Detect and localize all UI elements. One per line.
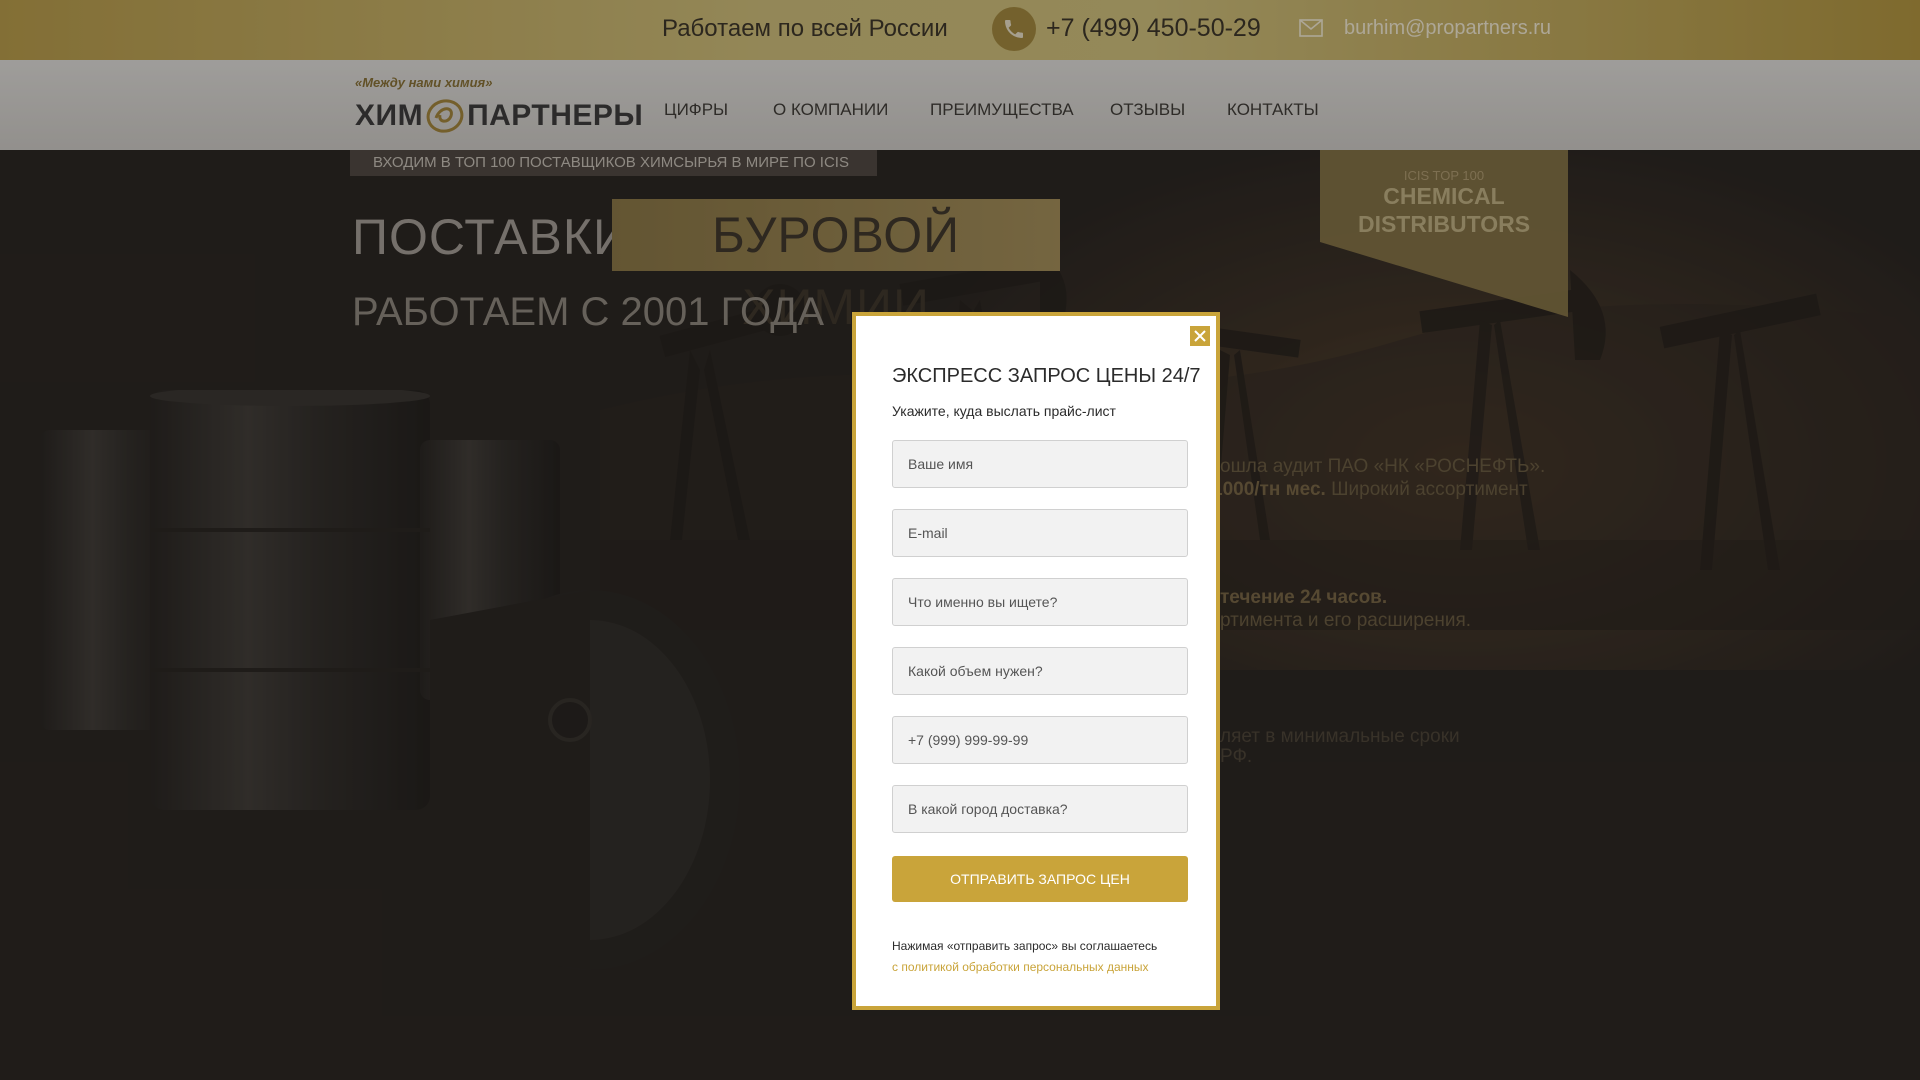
privacy-policy-link[interactable]: с политикой обработки персональных данны…	[892, 960, 1149, 974]
product-input[interactable]	[892, 578, 1188, 626]
consent-text: Нажимая «отправить запрос» вы соглашаете…	[892, 939, 1158, 953]
modal-title: ЭКСПРЕСС ЗАПРОС ЦЕНЫ 24/7	[892, 365, 1201, 387]
email-input[interactable]	[892, 509, 1188, 557]
consent-note: Нажимая «отправить запрос» вы соглашаете…	[892, 936, 1157, 978]
name-input[interactable]	[892, 440, 1188, 488]
city-input[interactable]	[892, 785, 1188, 833]
phone-input[interactable]	[892, 716, 1188, 764]
volume-input[interactable]	[892, 647, 1188, 695]
modal-subtitle: Укажите, куда выслать прайс-лист	[892, 403, 1116, 419]
close-icon[interactable]	[1190, 326, 1210, 346]
submit-request-button[interactable]: ОТПРАВИТЬ ЗАПРОС ЦЕН	[892, 856, 1188, 902]
price-request-modal: ЭКСПРЕСС ЗАПРОС ЦЕНЫ 24/7 Укажите, куда …	[852, 312, 1220, 1010]
